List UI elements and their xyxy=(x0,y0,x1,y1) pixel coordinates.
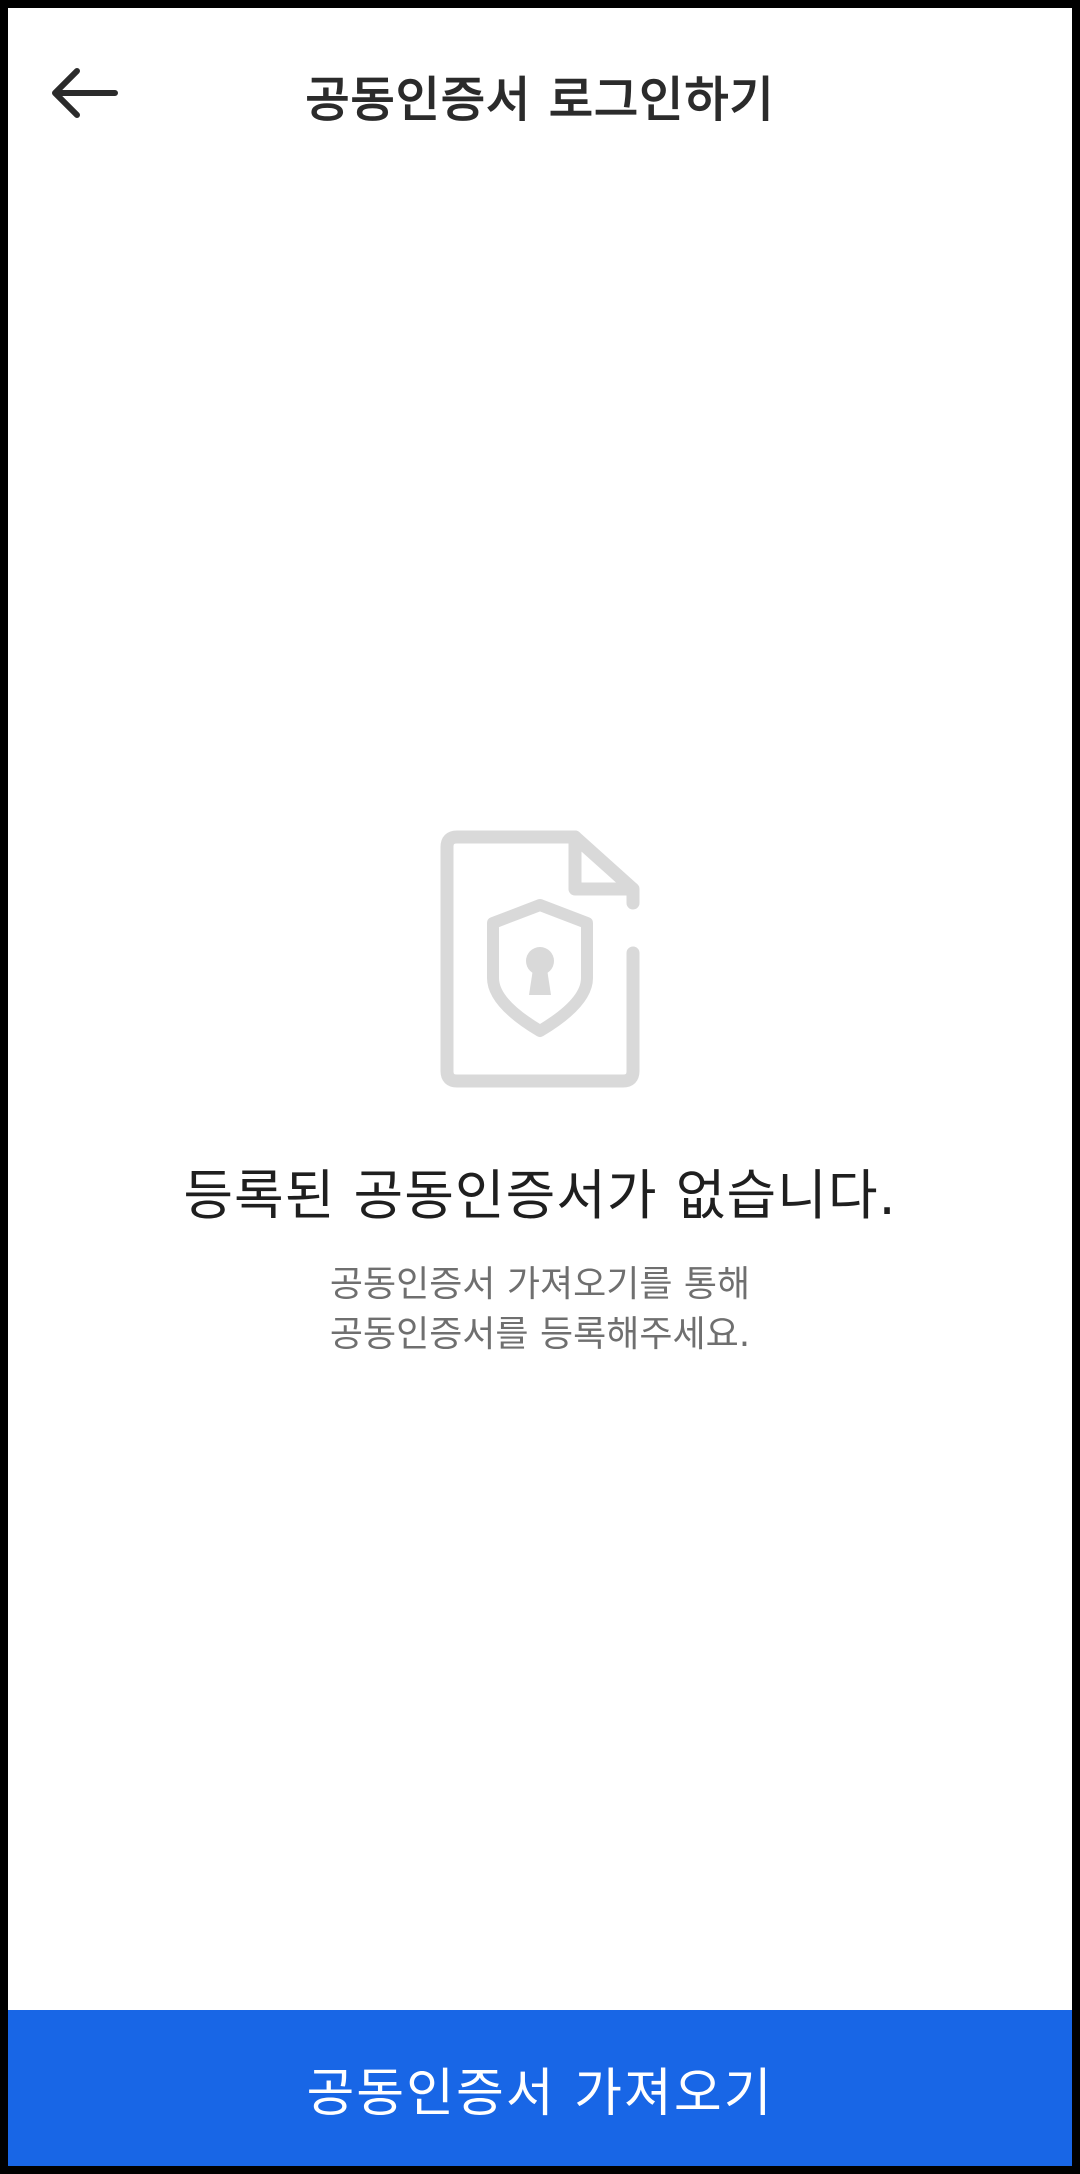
screen: 공동인증서 로그인하기 등록된 공동인증서가 없습니다. 공동인증서 가져오기를… xyxy=(8,8,1072,2166)
empty-state-description-line-1: 공동인증서 가져오기를 통해 xyxy=(329,1264,751,1305)
empty-state-description-line-2: 공동인증서를 등록해주세요. xyxy=(329,1314,751,1355)
import-certificate-button[interactable]: 공동인증서 가져오기 xyxy=(8,2010,1072,2166)
empty-state: 등록된 공동인증서가 없습니다. 공동인증서 가져오기를 통해 공동인증서를 등… xyxy=(8,823,1072,1360)
header: 공동인증서 로그인하기 xyxy=(8,8,1072,168)
page-title: 공동인증서 로그인하기 xyxy=(305,72,775,128)
certificate-lock-icon xyxy=(440,830,640,1088)
empty-state-description: 공동인증서 가져오기를 통해 공동인증서를 등록해주세요. xyxy=(8,1260,1072,1360)
empty-state-title: 등록된 공동인증서가 없습니다. xyxy=(183,1164,897,1227)
